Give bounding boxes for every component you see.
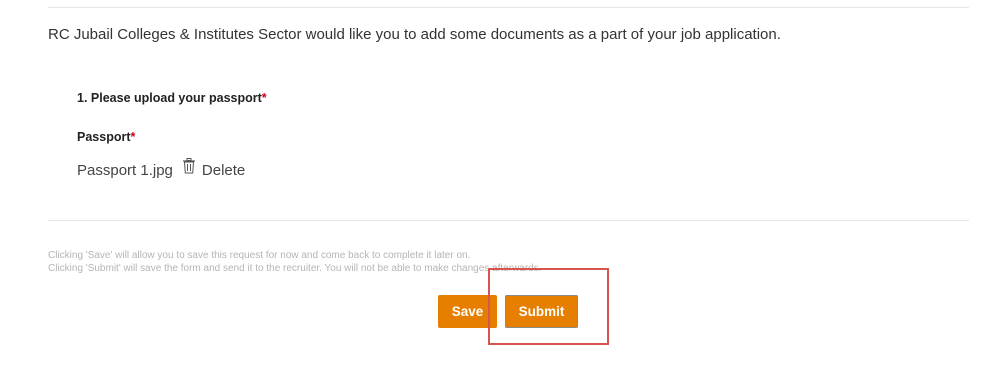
help-text: Clicking 'Save' will allow you to save t… [48,249,542,275]
passport-field-label: Passport* [77,130,135,144]
save-help-text: Clicking 'Save' will allow you to save t… [48,250,471,261]
intro-text: RC Jubail Colleges & Institutes Sector w… [48,26,781,43]
question-label: 1. Please upload your passport* [77,91,267,105]
delete-file-link[interactable]: Delete [182,158,245,179]
required-asterisk: * [261,91,267,105]
submit-help-text: Clicking 'Submit' will save the form and… [48,263,542,274]
required-asterisk: * [130,130,136,144]
delete-label[interactable]: Delete [202,162,245,179]
uploaded-file-row: Passport 1.jpg Delete [77,158,245,182]
submit-button[interactable]: Submit [505,295,578,328]
section-divider [48,220,969,221]
question-text: 1. Please upload your passport [77,91,262,105]
trash-icon[interactable] [182,158,196,174]
uploaded-file-name[interactable]: Passport 1.jpg [77,162,173,179]
save-button[interactable]: Save [438,295,497,328]
top-divider [48,7,969,8]
field-label-text: Passport [77,130,131,144]
